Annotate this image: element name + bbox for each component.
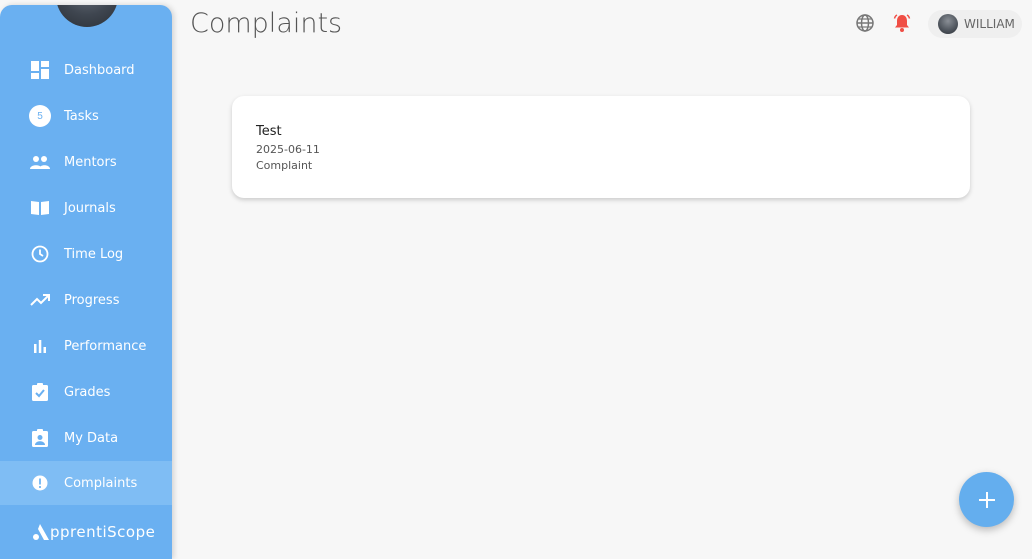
user-menu[interactable]: WILLIAM <box>928 10 1022 38</box>
tasks-badge-icon: 5 <box>28 104 52 128</box>
complaint-date: 2025-06-11 <box>256 143 320 156</box>
brand-logo[interactable]: pprentiScope <box>32 523 155 541</box>
apprentiscope-logo-icon <box>33 524 49 540</box>
sidebar-item-label: My Data <box>64 430 119 446</box>
sidebar-item-label: Complaints <box>64 475 138 491</box>
sidebar-item-label: Mentors <box>64 154 117 170</box>
sidebar-item-grades[interactable]: Grades <box>0 370 172 414</box>
sidebar-item-journals[interactable]: Journals <box>0 186 172 230</box>
sidebar-item-my-data[interactable]: My Data <box>0 416 172 460</box>
sidebar-item-label: Progress <box>64 292 120 308</box>
sidebar-item-label: Time Log <box>64 246 124 262</box>
complaint-card[interactable]: Test 2025-06-11 Complaint <box>232 96 970 198</box>
sidebar-item-time-log[interactable]: Time Log <box>0 232 172 276</box>
brand-name: pprentiScope <box>50 523 156 541</box>
sidebar-item-label: Tasks <box>64 108 99 124</box>
clipboard-check-icon <box>28 380 52 404</box>
alert-circle-icon <box>28 471 52 495</box>
sidebar-item-label: Grades <box>64 384 111 400</box>
plus-icon <box>978 491 995 508</box>
trending-up-icon <box>28 288 52 312</box>
sidebar: Dashboard 5 Tasks Mentors Journals Time … <box>0 5 172 559</box>
book-icon <box>28 196 52 220</box>
dashboard-icon <box>28 58 52 82</box>
avatar <box>938 14 958 34</box>
complaint-type: Complaint <box>256 159 313 172</box>
people-icon <box>28 150 52 174</box>
language-globe-icon[interactable] <box>855 13 877 35</box>
add-complaint-button[interactable] <box>959 472 1014 527</box>
sidebar-item-complaints[interactable]: Complaints <box>0 461 172 505</box>
sidebar-item-progress[interactable]: Progress <box>0 278 172 322</box>
sidebar-item-label: Dashboard <box>64 62 135 78</box>
sidebar-item-tasks[interactable]: 5 Tasks <box>0 94 172 138</box>
tasks-count-badge: 5 <box>29 105 51 127</box>
sidebar-item-mentors[interactable]: Mentors <box>0 140 172 184</box>
complaint-title: Test <box>256 124 282 139</box>
sidebar-item-performance[interactable]: Performance <box>0 324 172 368</box>
page-title: Complaints <box>190 8 343 39</box>
sidebar-item-label: Journals <box>64 200 116 216</box>
bar-chart-icon <box>28 334 52 358</box>
badge-icon <box>28 426 52 450</box>
user-name: WILLIAM <box>964 17 1015 31</box>
sidebar-item-label: Performance <box>64 338 147 354</box>
clock-icon <box>28 242 52 266</box>
sidebar-item-dashboard[interactable]: Dashboard <box>0 48 172 92</box>
sidebar-avatar[interactable] <box>56 5 118 27</box>
notification-bell-icon[interactable] <box>892 13 914 35</box>
